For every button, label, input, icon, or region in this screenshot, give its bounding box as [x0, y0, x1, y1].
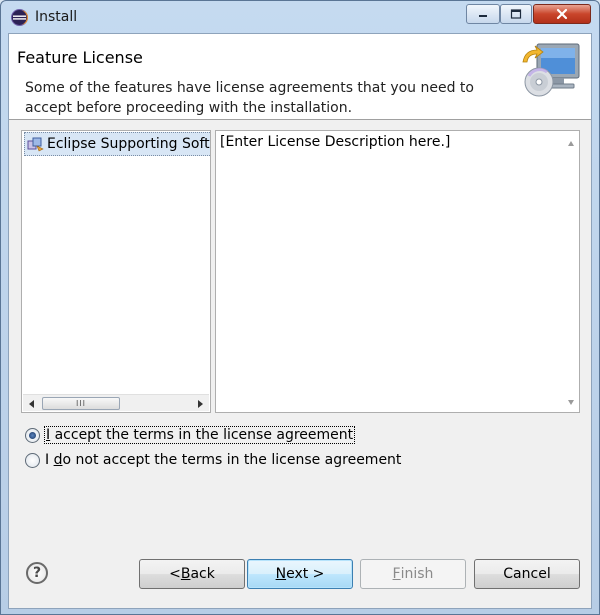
- title-bar[interactable]: Install: [1, 1, 599, 33]
- page-title: Feature License: [17, 48, 143, 67]
- left-arrow-icon: [29, 399, 34, 408]
- eclipse-icon: [11, 9, 28, 26]
- install-monitor-cd-icon: [522, 43, 580, 97]
- back-button[interactable]: < Back: [139, 559, 245, 589]
- minimize-icon: [479, 15, 487, 17]
- horizontal-scrollbar[interactable]: III: [23, 394, 209, 411]
- thumb-grip: III: [75, 399, 87, 408]
- vertical-scrollbar[interactable]: [564, 132, 578, 411]
- decline-radio[interactable]: [25, 452, 40, 468]
- scroll-up-button[interactable]: [566, 138, 576, 148]
- window-title: Install: [35, 9, 78, 25]
- feature-plugin-icon: [27, 137, 44, 152]
- scroll-right-button[interactable]: [193, 397, 207, 410]
- finish-button[interactable]: Finish: [360, 559, 466, 589]
- feature-list[interactable]: Eclipse Supporting Softw III: [21, 130, 211, 413]
- accept-radio[interactable]: [25, 427, 40, 443]
- up-arrow-icon: [568, 140, 574, 146]
- help-icon[interactable]: ?: [26, 562, 48, 584]
- license-text-area[interactable]: [Enter License Description here.]: [215, 130, 580, 413]
- close-button[interactable]: [533, 4, 591, 24]
- decline-radio-label: I do not accept the terms in the license…: [45, 452, 402, 468]
- maximize-button[interactable]: [500, 4, 532, 24]
- close-icon: [556, 8, 568, 20]
- accept-radio-label: I accept the terms in the license agreem…: [43, 426, 356, 444]
- license-text: [Enter License Description here.]: [220, 134, 451, 150]
- page-description: Some of the features have license agreem…: [25, 80, 474, 116]
- scroll-down-button[interactable]: [566, 397, 576, 407]
- dialog-client-area: Feature License Some of the features hav…: [8, 33, 592, 609]
- wizard-banner: Feature License Some of the features hav…: [9, 34, 591, 120]
- feature-list-item[interactable]: Eclipse Supporting Softw: [24, 132, 211, 156]
- install-window: Install Feature License Some of the feat…: [0, 0, 600, 615]
- decline-radio-option[interactable]: I do not accept the terms in the license…: [25, 450, 401, 470]
- accept-radio-option[interactable]: I accept the terms in the license agreem…: [25, 425, 356, 445]
- maximize-icon: [510, 9, 522, 19]
- next-button[interactable]: Next >: [247, 559, 353, 589]
- scrollbar-thumb[interactable]: III: [42, 397, 120, 410]
- minimize-button[interactable]: [466, 4, 500, 24]
- cancel-button[interactable]: Cancel: [474, 559, 580, 589]
- down-arrow-icon: [568, 399, 574, 405]
- feature-label: Eclipse Supporting Softw: [47, 136, 211, 152]
- right-arrow-icon: [198, 399, 203, 408]
- scroll-left-button[interactable]: [25, 397, 39, 410]
